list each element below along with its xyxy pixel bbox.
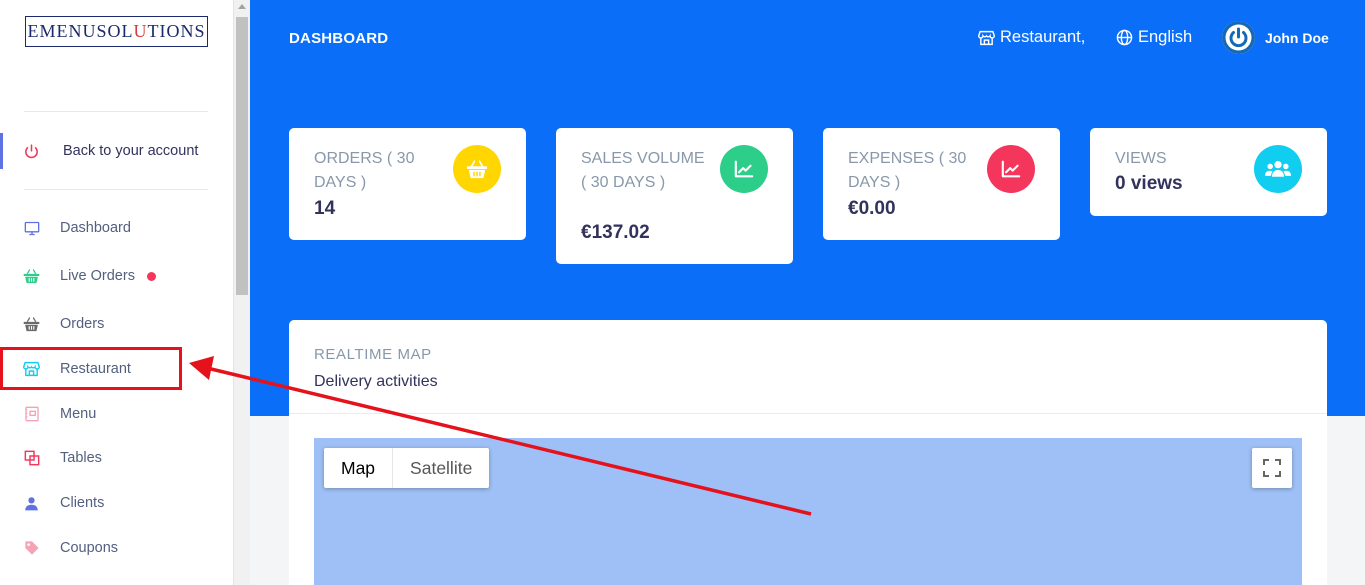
sidebar-item-live-orders[interactable]: Live Orders: [0, 261, 233, 291]
users-icon: [1254, 145, 1302, 193]
realtime-map-card: REALTIME MAP Delivery activities Map Sat…: [289, 320, 1327, 585]
stat-card-sales-volume: SALES VOLUME ( 30 DAYS ) €137.02: [556, 128, 793, 264]
chart-line-icon: [720, 145, 768, 193]
store-icon: [978, 30, 995, 46]
map-type-satellite-button[interactable]: Satellite: [392, 448, 489, 488]
basket-icon: [453, 145, 501, 193]
logo-text-right: TIONS: [147, 21, 206, 41]
back-to-account-link[interactable]: Back to your account: [0, 133, 233, 169]
power-icon: [1222, 21, 1255, 54]
basket-icon: [23, 316, 40, 333]
map-view[interactable]: Map Satellite: [314, 438, 1302, 585]
map-card-title: Delivery activities: [314, 373, 438, 390]
sidebar-divider: [24, 189, 208, 190]
sidebar-item-orders[interactable]: Orders: [0, 309, 233, 339]
user-menu[interactable]: John Doe: [1222, 21, 1329, 54]
scroll-thumb[interactable]: [236, 17, 248, 295]
main-content: DASHBOARD Restaurant, English John Doe O…: [250, 0, 1365, 585]
logo-text-highlight: U: [133, 21, 148, 41]
stat-title: SALES VOLUME ( 30 DAYS ): [581, 150, 705, 191]
tables-icon: [23, 450, 40, 467]
sidebar-item-label: Live Orders: [60, 268, 135, 284]
back-to-account-label: Back to your account: [63, 143, 199, 159]
sidebar-item-coupons[interactable]: Coupons: [0, 533, 233, 563]
globe-icon: [1116, 29, 1133, 46]
scroll-up-arrow-icon[interactable]: [238, 4, 246, 9]
fullscreen-button[interactable]: [1252, 448, 1292, 488]
stat-title: EXPENSES ( 30 DAYS ): [848, 150, 967, 191]
live-indicator-dot: [147, 271, 156, 281]
sidebar-item-label: Dashboard: [60, 220, 131, 236]
restaurant-link-label: Restaurant,: [1000, 28, 1086, 46]
restaurant-link[interactable]: Restaurant,: [978, 28, 1085, 47]
card-divider: [289, 413, 1327, 414]
avatar: [1222, 21, 1255, 54]
sidebar-item-dashboard[interactable]: Dashboard: [0, 213, 233, 243]
brand-logo[interactable]: EMENUSOL U TIONS: [25, 16, 208, 47]
stat-card-expenses: EXPENSES ( 30 DAYS ) €0.00: [823, 128, 1060, 240]
language-label: English: [1138, 28, 1193, 46]
logo-text-left: EMENUSOL: [27, 21, 134, 41]
sidebar-item-tables[interactable]: Tables: [0, 443, 233, 473]
map-type-map-button[interactable]: Map: [324, 448, 392, 488]
basket-icon: [23, 268, 40, 285]
map-type-toggle: Map Satellite: [324, 448, 490, 488]
annotation-highlight-box: [0, 347, 182, 390]
stat-card-orders: ORDERS ( 30 DAYS ) 14: [289, 128, 526, 240]
sidebar-item-label: Menu: [60, 406, 97, 422]
sidebar-item-label: Clients: [60, 495, 105, 511]
sidebar-item-menu[interactable]: Menu: [0, 399, 233, 429]
map-card-subtitle: REALTIME MAP: [314, 346, 432, 363]
sidebar-scrollbar[interactable]: [233, 0, 250, 585]
sidebar-item-label: Tables: [60, 450, 102, 466]
sidebar-item-label: Coupons: [60, 540, 119, 556]
tag-icon: [23, 540, 40, 557]
sidebar-divider: [24, 111, 208, 112]
sidebar: EMENUSOL U TIONS Back to your account Dash…: [0, 0, 233, 585]
monitor-icon: [23, 220, 40, 237]
user-icon: [23, 495, 40, 512]
stat-title: ORDERS ( 30 DAYS ): [314, 150, 415, 191]
language-selector[interactable]: English: [1116, 28, 1192, 47]
stat-card-views: VIEWS 0 views: [1090, 128, 1327, 216]
stat-title: VIEWS: [1115, 150, 1167, 167]
sidebar-item-clients[interactable]: Clients: [0, 488, 233, 518]
stat-value: €137.02: [581, 222, 650, 243]
menu-book-icon: [23, 406, 40, 423]
stat-value: €0.00: [848, 198, 896, 219]
user-name: John Doe: [1265, 29, 1329, 46]
fullscreen-icon: [1263, 459, 1281, 477]
power-icon: [23, 143, 40, 160]
chart-line-icon: [987, 145, 1035, 193]
stat-value: 14: [314, 198, 336, 219]
page-title[interactable]: DASHBOARD: [289, 30, 388, 47]
stat-value: 0 views: [1115, 173, 1183, 194]
sidebar-item-label: Orders: [60, 316, 105, 332]
